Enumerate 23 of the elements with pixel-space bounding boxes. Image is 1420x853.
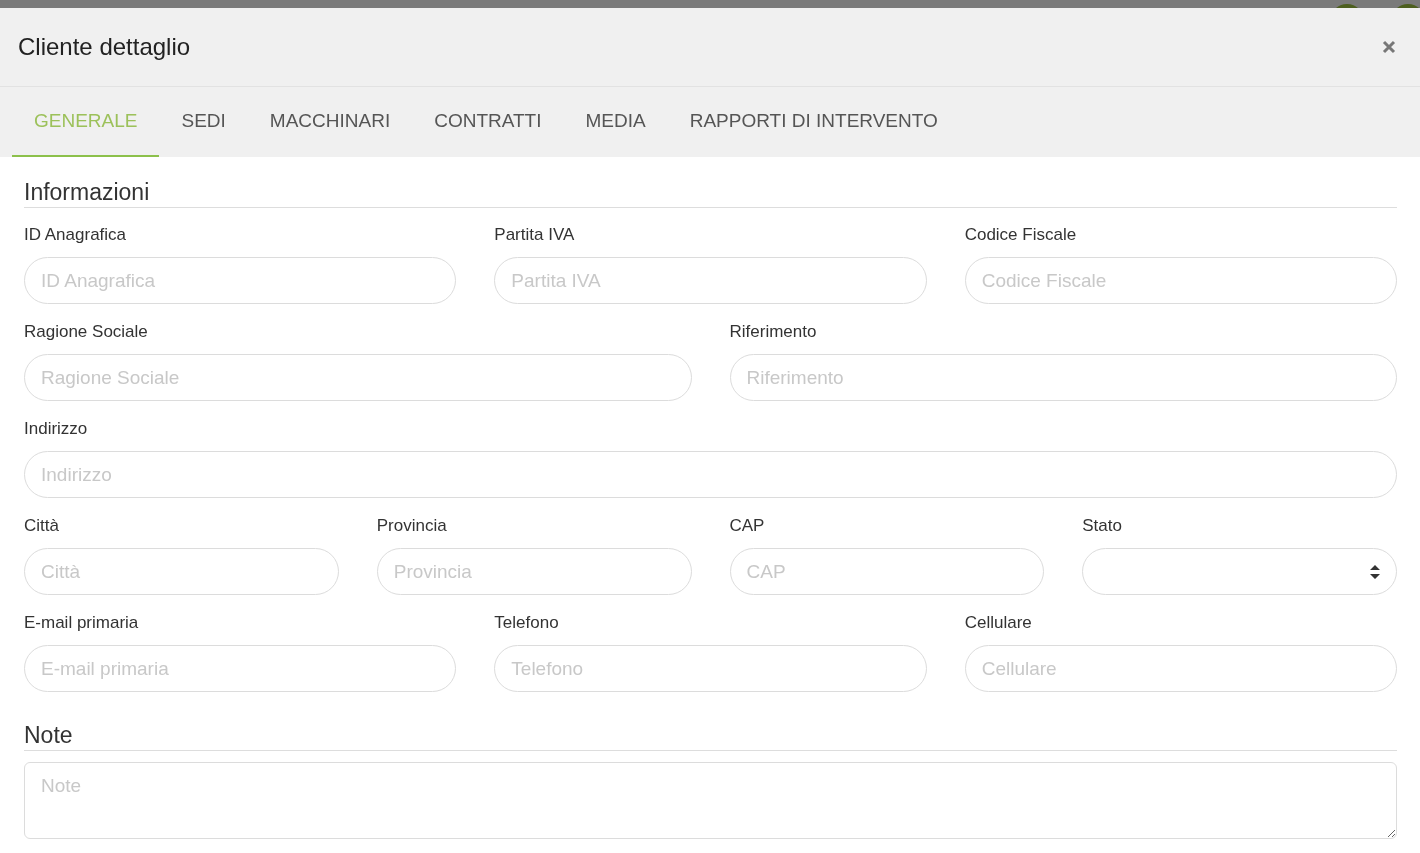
field-label: Telefono: [494, 613, 560, 634]
tab[interactable]: MEDIA: [563, 87, 668, 157]
field-label: E-mail primaria: [24, 613, 140, 634]
tab[interactable]: RAPPORTI DI INTERVENTO: [667, 87, 960, 157]
section-heading: Note: [24, 722, 1397, 751]
field-label: Riferimento: [729, 322, 818, 343]
close-icon: [1382, 40, 1396, 54]
sort-arrows-icon: [1370, 564, 1380, 579]
field-label: Ragione Sociale: [24, 322, 149, 343]
field-label: Stato: [1082, 516, 1123, 537]
tab[interactable]: CONTRATTI: [412, 87, 564, 157]
field-label: Partita IVA: [494, 225, 576, 246]
field-label: Provincia: [376, 516, 448, 537]
field-label: Cellulare: [964, 613, 1033, 634]
field-label: ID Anagrafica: [24, 225, 128, 246]
section-heading: Informazioni: [24, 179, 1397, 208]
tab[interactable]: SEDI: [159, 87, 248, 157]
field-label: CAP: [729, 516, 766, 537]
tab[interactable]: MACCHINARI: [247, 87, 413, 157]
field-label: Codice Fiscale: [964, 225, 1078, 246]
dialog-title: Cliente dettaglio: [18, 33, 191, 61]
field-label: Città: [24, 516, 60, 537]
field-label: Indirizzo: [24, 419, 89, 440]
